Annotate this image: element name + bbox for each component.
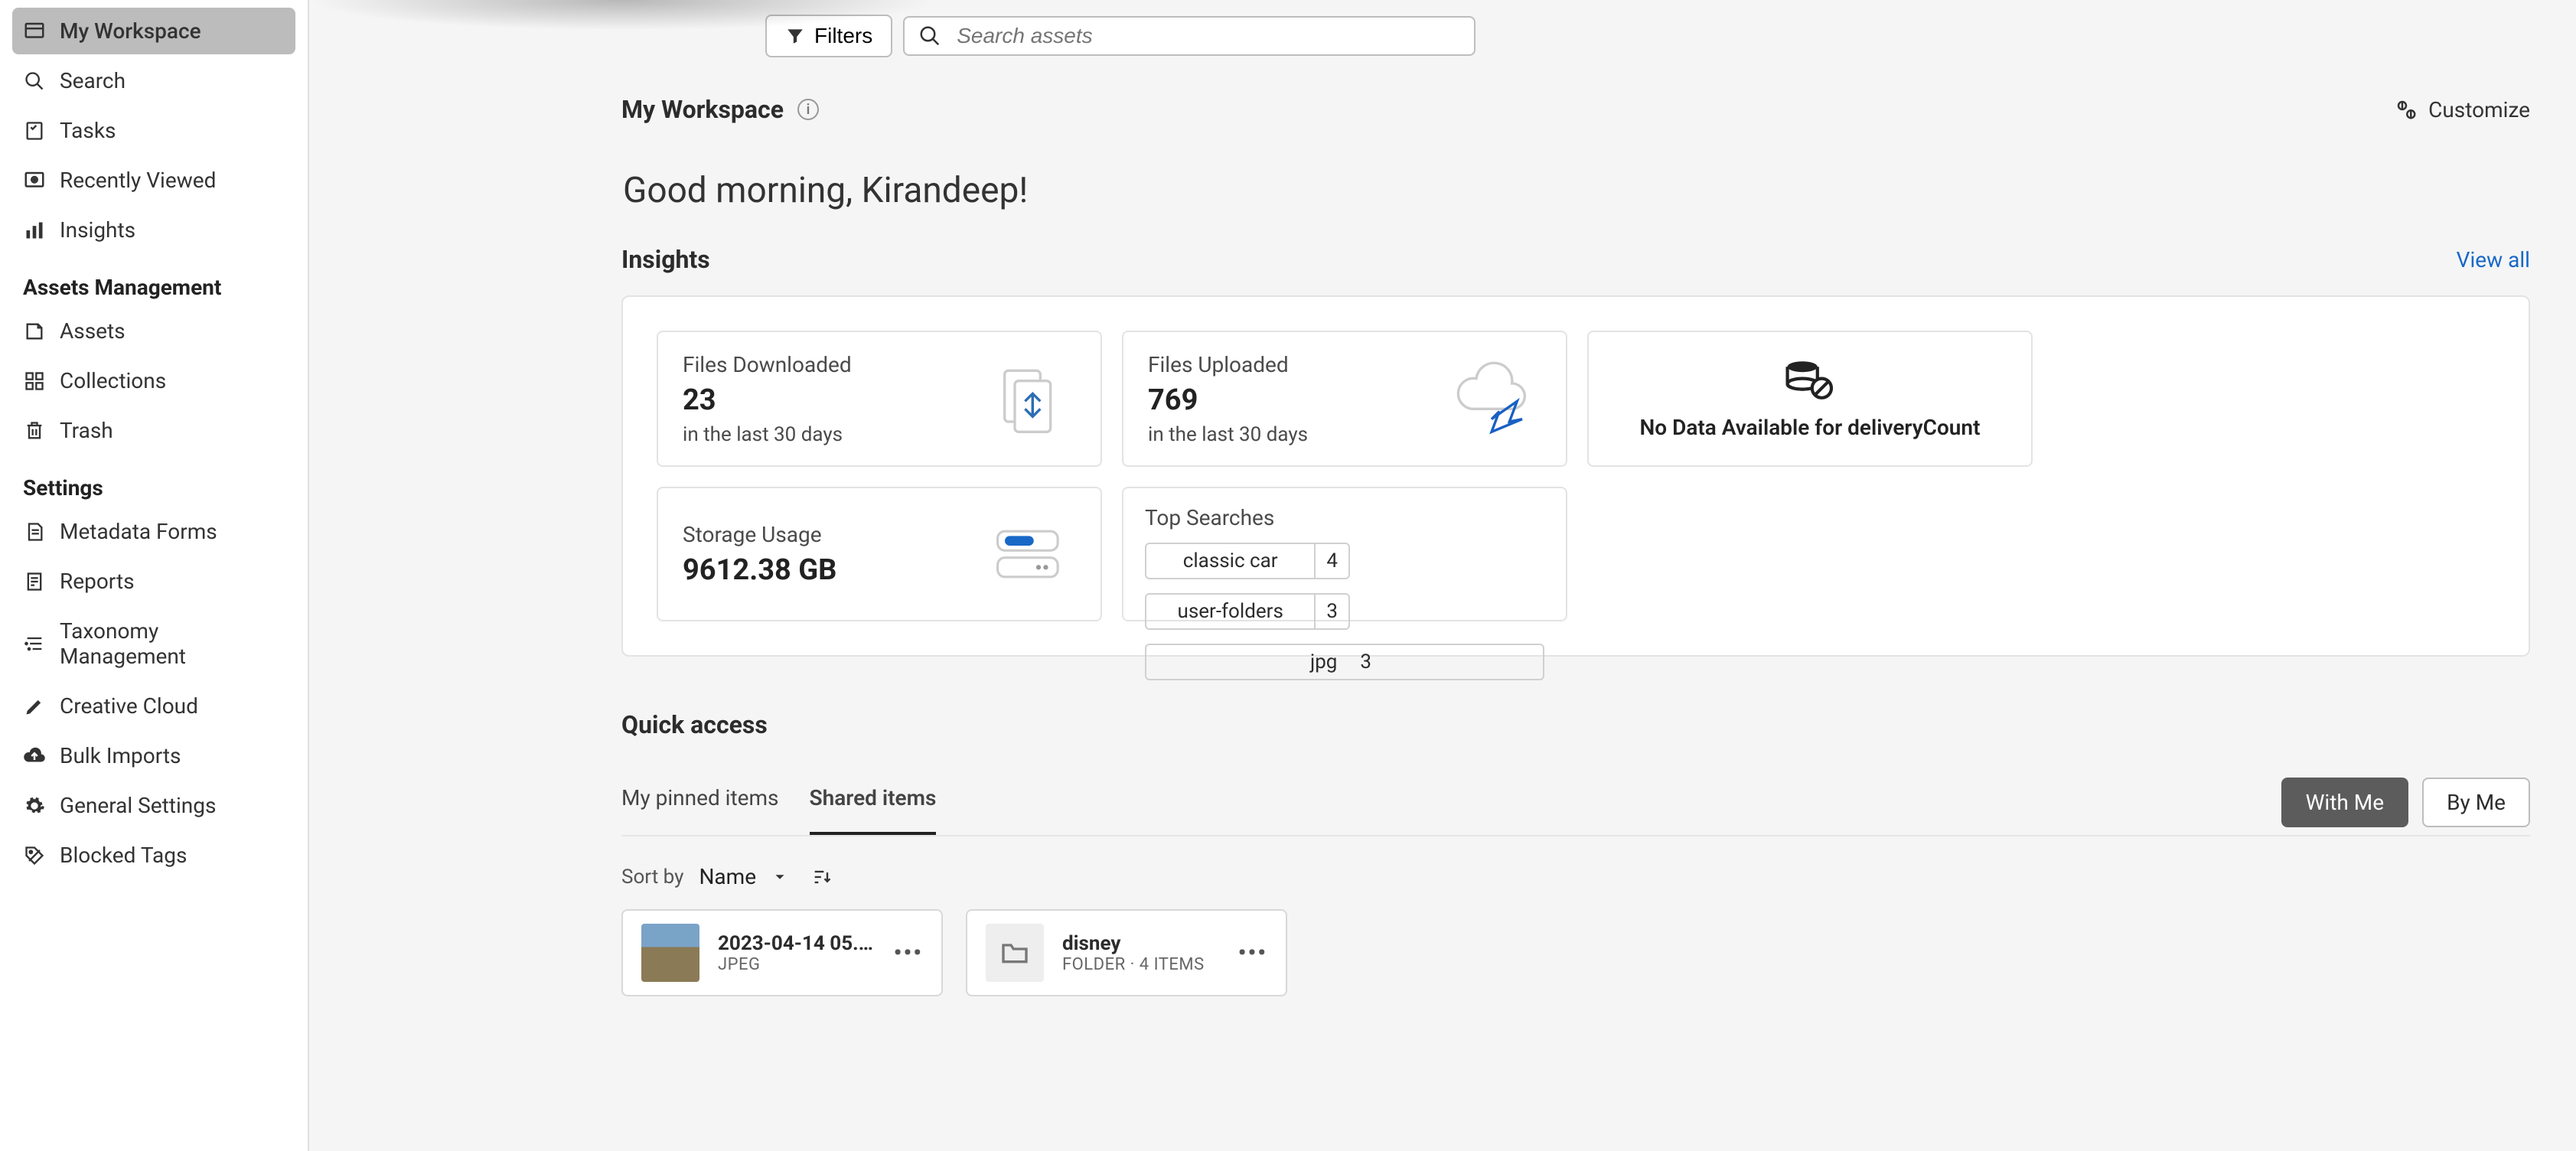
search-icon: [23, 70, 46, 93]
sidebar-item-label: Recently Viewed: [60, 168, 216, 193]
taxonomy-icon: [23, 632, 46, 655]
cloud-upload-icon: [23, 745, 46, 768]
sidebar-item-search[interactable]: Search: [12, 57, 295, 104]
more-icon[interactable]: •••: [894, 940, 923, 967]
seg-with-me[interactable]: With Me: [2281, 778, 2408, 827]
sidebar-item-my-workspace[interactable]: My Workspace: [12, 8, 295, 54]
sidebar-item-label: My Workspace: [60, 18, 201, 44]
sidebar-item-general-settings[interactable]: General Settings: [12, 782, 295, 829]
card-delivery-empty: No Data Available for deliveryCount: [1587, 331, 2033, 467]
reports-icon: [23, 570, 46, 593]
sidebar-item-recently-viewed[interactable]: Recently Viewed: [12, 157, 295, 204]
search-box[interactable]: [903, 16, 1475, 56]
topbar: Filters: [309, 0, 2576, 72]
search-pill[interactable]: jpg 3: [1145, 644, 1544, 680]
greeting: Good morning, Kirandeep!: [623, 170, 2530, 211]
search-icon: [918, 24, 941, 47]
sidebar-item-label: Assets: [60, 318, 126, 344]
tab-pinned[interactable]: My pinned items: [621, 778, 779, 835]
more-icon[interactable]: •••: [1238, 940, 1267, 967]
quick-access-items: 2023-04-14 05.1… JPEG ••• disney FOLDER …: [621, 909, 2530, 996]
chevron-down-icon[interactable]: [771, 869, 788, 885]
upload-icon: [1449, 357, 1541, 441]
card-downloads: Files Downloaded 23 in the last 30 days: [657, 331, 1102, 467]
sidebar-item-assets[interactable]: Assets: [12, 308, 295, 354]
insights-icon: [23, 219, 46, 242]
sidebar-item-reports[interactable]: Reports: [12, 558, 295, 605]
customize-icon: [2395, 98, 2418, 121]
collections-icon: [23, 370, 46, 393]
sort-select[interactable]: Name: [699, 864, 756, 889]
filters-button[interactable]: Filters: [765, 15, 892, 57]
sidebar-item-label: Blocked Tags: [60, 843, 187, 868]
workspace-icon: [23, 20, 46, 43]
sidebar-item-trash[interactable]: Trash: [12, 407, 295, 454]
card-storage: Storage Usage 9612.38 GB: [657, 487, 1102, 621]
sidebar-item-label: Creative Cloud: [60, 693, 198, 719]
sidebar-section-assets: Assets Management: [12, 256, 295, 308]
share-filter-group: With Me By Me: [2281, 778, 2530, 827]
recent-icon: [23, 169, 46, 192]
sidebar-item-label: Collections: [60, 368, 166, 393]
sort-row: Sort by Name: [621, 864, 2530, 889]
sidebar-item-label: Taxonomy Management: [60, 618, 285, 669]
folder-icon: [986, 924, 1044, 982]
trash-icon: [23, 419, 46, 442]
sidebar-item-label: Bulk Imports: [60, 743, 181, 768]
card-uploads: Files Uploaded 769 in the last 30 days: [1122, 331, 1567, 467]
thumbnail: [641, 924, 699, 982]
page-title: My Workspace i: [621, 95, 819, 124]
sidebar-item-label: Search: [60, 68, 126, 93]
storage-icon: [984, 512, 1076, 596]
brush-icon: [23, 695, 46, 718]
database-blocked-icon: [1783, 358, 1837, 401]
list-item[interactable]: disney FOLDER · 4 ITEMS •••: [966, 909, 1287, 996]
quick-access-tabs: My pinned items Shared items: [621, 778, 936, 835]
filter-icon: [785, 26, 805, 46]
blocked-tag-icon: [23, 844, 46, 867]
metadata-icon: [23, 520, 46, 543]
customize-button[interactable]: Customize: [2395, 97, 2530, 122]
card-top-searches: Top Searches classic car 4 user-folders …: [1122, 487, 1567, 621]
list-item[interactable]: 2023-04-14 05.1… JPEG •••: [621, 909, 943, 996]
content: My Workspace i Customize Good morning, K…: [309, 72, 2576, 1151]
main-area: Filters My Workspace i Customize Good mo…: [309, 0, 2576, 1151]
search-input[interactable]: [957, 24, 1460, 48]
insights-panel: Files Downloaded 23 in the last 30 days …: [621, 295, 2530, 657]
sidebar-item-tasks[interactable]: Tasks: [12, 107, 295, 154]
search-pill[interactable]: user-folders 3: [1145, 593, 1350, 630]
sidebar-item-metadata-forms[interactable]: Metadata Forms: [12, 508, 295, 555]
sidebar-item-label: Trash: [60, 418, 113, 443]
assets-icon: [23, 320, 46, 343]
insights-view-all[interactable]: View all: [2457, 247, 2530, 272]
download-icon: [984, 357, 1076, 441]
insights-title: Insights: [621, 245, 710, 274]
sidebar-item-insights[interactable]: Insights: [12, 207, 295, 253]
sort-direction-icon[interactable]: [811, 866, 833, 888]
tasks-icon: [23, 119, 46, 142]
sidebar-item-creative-cloud[interactable]: Creative Cloud: [12, 683, 295, 729]
sidebar-item-label: General Settings: [60, 793, 216, 818]
tab-shared[interactable]: Shared items: [810, 778, 937, 835]
sidebar-item-label: Tasks: [60, 118, 116, 143]
info-icon[interactable]: i: [797, 99, 819, 120]
search-pill[interactable]: classic car 4: [1145, 543, 1350, 579]
gear-icon: [23, 794, 46, 817]
sidebar-item-taxonomy[interactable]: Taxonomy Management: [12, 608, 295, 680]
seg-by-me[interactable]: By Me: [2422, 778, 2530, 827]
sidebar-item-collections[interactable]: Collections: [12, 357, 295, 404]
sidebar-item-label: Reports: [60, 569, 135, 594]
sidebar-item-label: Metadata Forms: [60, 519, 217, 544]
sidebar-item-blocked-tags[interactable]: Blocked Tags: [12, 832, 295, 879]
sidebar-item-label: Insights: [60, 217, 135, 243]
sidebar-item-bulk-imports[interactable]: Bulk Imports: [12, 732, 295, 779]
sidebar-section-settings: Settings: [12, 457, 295, 508]
quick-access-title: Quick access: [621, 710, 2530, 739]
filters-label: Filters: [814, 24, 872, 48]
sidebar: My Workspace Search Tasks Recently Viewe…: [0, 0, 309, 1151]
